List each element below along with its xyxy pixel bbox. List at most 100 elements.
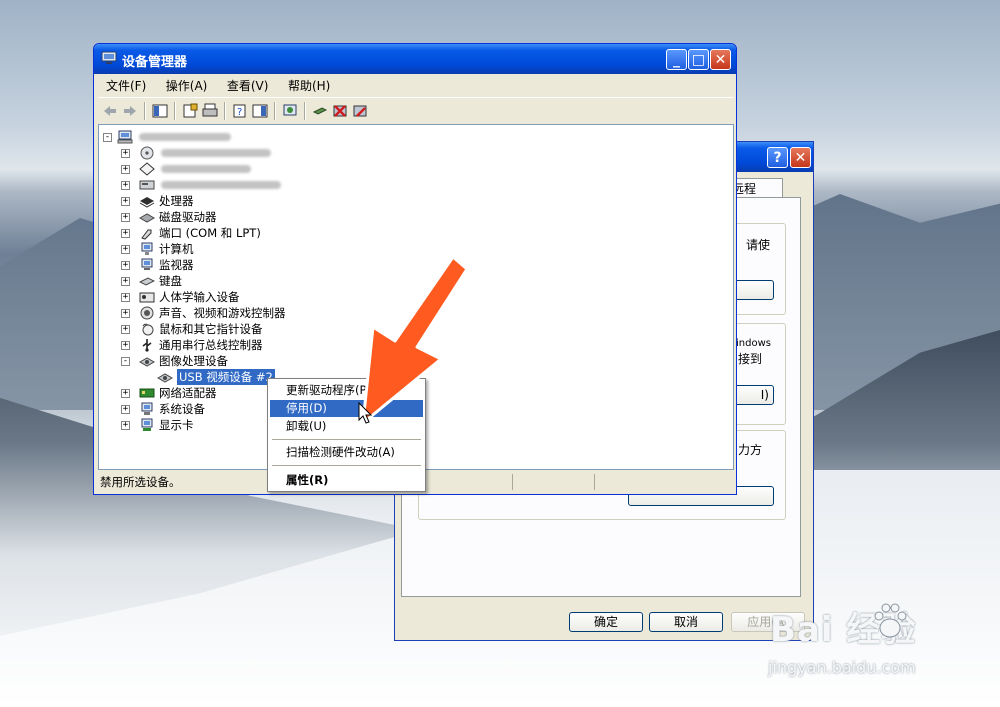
toolbar-separator [224,102,226,120]
expand-toggle[interactable]: + [121,181,130,190]
selected-device-label: USB 视频设备 #2 [177,369,275,385]
text-fragment: indows [736,338,771,349]
tree-item-processors[interactable]: + 处理器 [99,193,399,209]
cancel-button[interactable]: 取消 [649,612,723,632]
uninstall-icon[interactable] [332,103,348,119]
status-cell [594,474,595,490]
blurred-label [161,149,271,157]
webcam-icon [157,373,173,383]
port-icon [141,229,152,240]
baidu-jingyan-watermark: Bai 经验 jingyan.baidu.com [760,600,990,690]
expand-toggle[interactable]: + [121,261,130,270]
scan-hardware-icon[interactable] [282,103,298,119]
maximize-button[interactable]: □ [688,49,709,70]
tree-item-label: 监视器 [159,258,194,272]
update-driver-icon[interactable] [312,103,328,119]
help-button[interactable]: ? [767,147,788,168]
tree-item-label: 图像处理设备 [159,354,228,368]
orange-pointer-arrow-icon [361,255,469,425]
tree-item-label: 通用串行总线控制器 [159,338,263,352]
dialog-close-button[interactable]: ✕ [790,147,811,168]
window-title-bar[interactable]: 设备管理器 _ □ ✕ [94,44,736,74]
expand-toggle[interactable]: + [121,213,130,222]
status-cell [512,474,513,490]
expand-toggle[interactable]: + [121,325,130,334]
expand-toggle[interactable]: + [121,421,130,430]
expand-toggle[interactable]: + [121,165,130,174]
menu-separator [272,465,421,466]
show-hide-tree-icon[interactable] [152,103,168,119]
toolbar-separator [174,102,176,120]
blurred-label [161,165,251,173]
menu-scan-hardware[interactable]: 扫描检测硬件改动(A) [270,444,423,461]
menu-help[interactable]: 帮助(H) [280,76,338,96]
menu-file[interactable]: 文件(F) [98,76,154,96]
expand-toggle[interactable]: + [121,229,130,238]
tree-item-label: 端口 (COM 和 LPT) [159,226,261,240]
forward-arrow-icon[interactable] [122,103,138,119]
mouse-cursor-icon [358,402,373,424]
tree-root[interactable]: - [99,129,399,145]
console-tree-icon[interactable] [252,103,268,119]
paw-logo-icon [874,603,907,638]
back-arrow-icon[interactable] [102,103,118,119]
tree-item-label: 声音、视频和游戏控制器 [159,306,286,320]
toolbar-separator [274,102,276,120]
menu-view[interactable]: 查看(V) [219,76,277,96]
monitor-icon [141,258,153,270]
dvd-drive-icon [140,146,154,160]
menu-properties[interactable]: 属性(R) [270,472,423,489]
tree-item-label: 计算机 [159,242,194,256]
close-button[interactable]: ✕ [710,49,731,70]
computer-icon [141,242,153,255]
blurred-label [161,181,281,189]
expand-toggle[interactable]: + [121,293,130,302]
status-text: 禁用所选设备。 [100,475,181,489]
watermark-url: jingyan.baidu.com [768,658,916,677]
collapse-toggle[interactable]: - [121,357,130,366]
tree-item-label: 处理器 [159,194,194,208]
disk-drive-icon [139,213,155,223]
tree-item-blurred[interactable]: + [99,177,399,193]
properties-icon[interactable] [182,103,198,119]
expand-toggle[interactable]: + [121,341,130,350]
tree-item-ports[interactable]: + 端口 (COM 和 LPT) [99,225,399,241]
tree-item-label: 键盘 [159,274,182,288]
ok-button[interactable]: 确定 [569,612,643,632]
tree-item-label: 显示卡 [159,418,194,432]
blurred-computer-name [139,133,231,141]
expand-toggle[interactable]: + [121,389,130,398]
print-icon[interactable] [202,103,218,119]
tree-item-blurred[interactable]: + [99,145,399,161]
text-fragment: 力方 [738,443,763,457]
expand-toggle[interactable]: + [121,149,130,158]
tree-item-disk-drives[interactable]: + 磁盘驱动器 [99,209,399,225]
toolbar-separator [144,102,146,120]
help-topic-icon[interactable]: ? [232,103,248,119]
disable-device-icon[interactable] [352,103,368,119]
expand-toggle[interactable]: + [121,405,130,414]
camera-icon [139,357,155,367]
usb-icon [142,339,152,352]
speaker-icon [140,306,154,320]
expand-toggle[interactable]: + [121,197,130,206]
collapse-toggle[interactable]: - [103,133,112,142]
tree-item-label: 磁盘驱动器 [159,210,217,224]
window-title: 设备管理器 [122,55,188,70]
text-fragment: 请使 [746,238,771,252]
storage-icon [139,180,155,190]
tree-item-blurred[interactable]: + [99,161,399,177]
minimize-button[interactable]: _ [666,49,687,70]
expand-toggle[interactable]: + [121,309,130,318]
tablet-icon [139,162,155,176]
toolbar-separator [304,102,306,120]
hid-icon [139,292,155,303]
menu-action[interactable]: 操作(A) [158,76,216,96]
system-device-icon [141,402,153,415]
expand-toggle[interactable]: + [121,277,130,286]
tree-item-label: 鼠标和其它指针设备 [159,322,263,336]
expand-toggle[interactable]: + [121,245,130,254]
tree-item-label: 人体学输入设备 [159,290,240,304]
network-card-icon [139,388,155,398]
menu-bar: 文件(F) 操作(A) 查看(V) 帮助(H) [98,76,734,96]
